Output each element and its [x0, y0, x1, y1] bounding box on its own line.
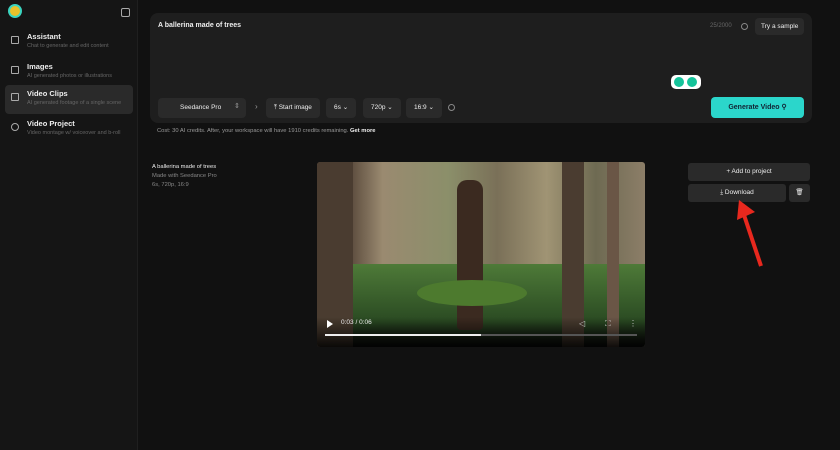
chevron-down-icon: ⌄	[342, 104, 349, 111]
prompt-input[interactable]: A ballerina made of trees	[158, 22, 241, 29]
video-time: 0:03 / 0:06	[341, 319, 372, 326]
duration-select[interactable]: 6s ⌄	[326, 98, 357, 118]
select-arrows-icon: ⇕	[234, 103, 240, 110]
video-seek-bar[interactable]	[325, 334, 637, 336]
mute-icon[interactable]: ◁	[579, 319, 585, 328]
get-more-link[interactable]: Get more	[350, 128, 375, 134]
start-image-button[interactable]: ⤒ Start image	[266, 98, 320, 118]
video-player[interactable]: 0:03 / 0:06 ◁ ⛶ ⋮	[317, 162, 645, 347]
aspect-select[interactable]: 16:9 ⌄	[406, 98, 442, 118]
more-options-icon[interactable]: ⋮	[629, 319, 637, 328]
cost-notice: Cost: 30 AI credits. After, your workspa…	[157, 128, 376, 134]
sparkle-icon	[11, 123, 19, 131]
grammarly-badge[interactable]	[671, 75, 701, 89]
video-frame-dancer	[457, 180, 483, 330]
sidebar-toggle-icon[interactable]	[121, 8, 130, 17]
trash-icon: 🗑	[795, 189, 804, 196]
sidebar: Assistant Chat to generate and edit conte…	[0, 0, 138, 450]
delete-button[interactable]: 🗑	[789, 184, 810, 202]
char-count: 25/2000	[710, 23, 732, 29]
chevron-down-icon: ⌄	[387, 104, 393, 111]
model-select[interactable]: Seedance Pro	[158, 98, 246, 118]
fullscreen-icon[interactable]: ⛶	[605, 319, 611, 329]
grammarly-icon	[674, 77, 684, 87]
add-to-project-button[interactable]: + Add to project	[688, 163, 810, 181]
info-icon[interactable]	[741, 23, 748, 30]
result-meta: A ballerina made of trees Made with Seed…	[152, 164, 217, 188]
grammarly-g-icon	[687, 77, 697, 87]
arrow-shaft	[741, 211, 763, 267]
chevron-down-icon: ⌄	[428, 104, 434, 111]
play-icon[interactable]	[327, 320, 333, 328]
sidebar-item-images[interactable]: Images AI generated photos or illustratio…	[5, 58, 133, 87]
prompt-box[interactable]: A ballerina made of trees 25/2000 Try a …	[150, 13, 812, 123]
logo-icon	[10, 6, 20, 16]
sidebar-item-video-project[interactable]: Video Project Video montage w/ voiceover …	[5, 115, 133, 144]
red-arrow-annotation	[737, 200, 763, 267]
resolution-select[interactable]: 720p ⌄	[363, 98, 401, 118]
magic-wand-icon: ⚲	[781, 104, 787, 111]
sidebar-item-assistant[interactable]: Assistant Chat to generate and edit conte…	[5, 28, 133, 57]
chevron-right-icon: ›	[255, 102, 258, 111]
sidebar-item-video-clips[interactable]: Video Clips AI generated footage of a sin…	[5, 85, 133, 114]
film-icon	[11, 93, 19, 101]
try-sample-button[interactable]: Try a sample	[755, 18, 805, 35]
info-icon[interactable]	[448, 104, 455, 111]
chat-plus-icon	[11, 36, 19, 44]
generate-video-button[interactable]: Generate Video ⚲	[711, 97, 804, 118]
image-icon	[11, 66, 19, 74]
seek-progress	[325, 334, 481, 336]
